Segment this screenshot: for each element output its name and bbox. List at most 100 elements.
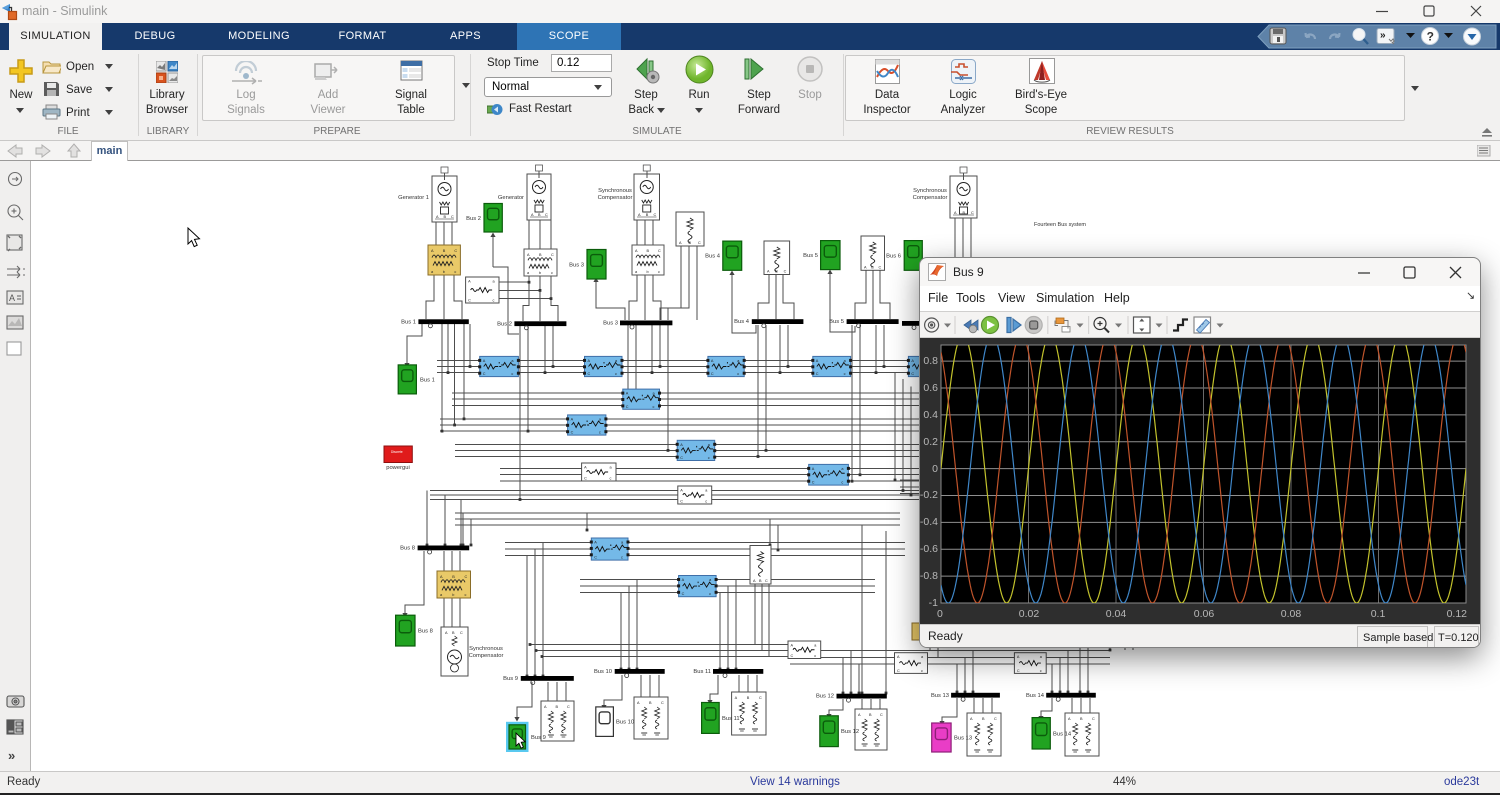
svg-text:C: C — [682, 592, 685, 596]
svg-text:0.06: 0.06 — [1194, 608, 1215, 620]
svg-text:Generator: Generator — [498, 195, 524, 201]
svg-text:C: C — [468, 299, 471, 303]
svg-text:c: c — [841, 481, 843, 485]
svg-text:Bus 13: Bus 13 — [931, 693, 949, 699]
svg-text:Synchronous: Synchronous — [913, 188, 947, 194]
svg-text:c: c — [551, 271, 553, 275]
svg-text:0.8: 0.8 — [923, 355, 938, 367]
svg-text:Bus 11: Bus 11 — [693, 669, 711, 675]
svg-text:A: A — [816, 359, 819, 363]
svg-text:Bus 13: Bus 13 — [954, 736, 972, 742]
svg-text:A: A — [711, 359, 714, 363]
svg-text:C: C — [765, 579, 768, 583]
svg-text:c: c — [493, 299, 495, 303]
svg-text:C: C — [911, 372, 914, 376]
svg-text:C: C — [816, 372, 819, 376]
svg-text:-0.4: -0.4 — [920, 516, 938, 528]
svg-text:Bus 4: Bus 4 — [705, 254, 721, 260]
svg-text:C: C — [994, 717, 997, 721]
svg-text:A: A — [468, 280, 471, 284]
svg-text:Bus 1: Bus 1 — [401, 319, 416, 325]
svg-text:0.08: 0.08 — [1281, 608, 1302, 620]
svg-text:c: c — [1040, 669, 1042, 673]
svg-text:B: B — [775, 270, 778, 274]
svg-text:Bus 10: Bus 10 — [616, 720, 634, 726]
svg-text:»: » — [1380, 30, 1386, 41]
svg-text:Bus 4: Bus 4 — [734, 319, 750, 325]
svg-text:powergui: powergui — [386, 465, 410, 471]
svg-text:Bus 1: Bus 1 — [420, 377, 435, 383]
svg-text:Generator 1: Generator 1 — [398, 195, 429, 201]
svg-text:C: C — [680, 456, 683, 460]
svg-text:c: c — [621, 556, 623, 560]
svg-text:Synchronous: Synchronous — [469, 646, 503, 652]
svg-text:C: C — [483, 372, 486, 376]
svg-text:C: C — [680, 500, 683, 504]
svg-text:?: ? — [1427, 30, 1434, 44]
svg-text:b: b — [443, 270, 445, 274]
svg-text:0.4: 0.4 — [923, 409, 938, 421]
svg-text:b: b — [452, 593, 454, 597]
svg-text:c: c — [599, 431, 601, 435]
svg-text:C: C — [1017, 669, 1020, 673]
svg-text:Bus 3: Bus 3 — [603, 321, 618, 327]
svg-text:Bus 14: Bus 14 — [1026, 693, 1045, 699]
svg-text:Bus 5: Bus 5 — [829, 319, 844, 325]
svg-text:Compensator: Compensator — [598, 195, 633, 201]
svg-text:-0.6: -0.6 — [920, 543, 938, 555]
svg-text:c: c — [921, 669, 923, 673]
svg-text:c: c — [610, 477, 612, 481]
svg-text:A: A — [735, 696, 738, 700]
svg-text:C: C — [897, 669, 900, 673]
svg-text:C: C — [654, 213, 657, 217]
svg-text:Bus 9: Bus 9 — [503, 676, 518, 682]
svg-text:c: c — [615, 372, 617, 376]
svg-text:A: A — [682, 578, 685, 582]
svg-text:C: C — [661, 701, 664, 705]
svg-text:b: b — [539, 271, 541, 275]
svg-text:C: C — [465, 575, 468, 579]
svg-text:Bus 12: Bus 12 — [816, 694, 834, 700]
svg-text:-0.2: -0.2 — [920, 489, 938, 501]
svg-text:Bus 3: Bus 3 — [569, 262, 584, 268]
svg-text:Bus 2: Bus 2 — [497, 321, 512, 327]
svg-text:C: C — [698, 241, 701, 245]
svg-text:Bus 12: Bus 12 — [841, 729, 859, 735]
svg-text:Bus 6: Bus 6 — [886, 253, 901, 259]
svg-text:Compensator: Compensator — [913, 195, 948, 201]
svg-text:C: C — [451, 215, 454, 219]
svg-text:Bus 5: Bus 5 — [803, 253, 818, 259]
svg-text:C: C — [460, 631, 463, 635]
svg-text:c: c — [454, 270, 456, 274]
svg-text:A: A — [626, 392, 629, 396]
svg-text:0.6: 0.6 — [923, 382, 938, 394]
svg-text:Bus 8: Bus 8 — [400, 546, 415, 552]
svg-text:C: C — [626, 405, 629, 409]
svg-text:Bus 11: Bus 11 — [722, 716, 740, 722]
svg-text:C: C — [880, 713, 883, 717]
svg-text:0.02: 0.02 — [1019, 608, 1040, 620]
svg-text:C: C — [1092, 717, 1095, 721]
svg-text:0: 0 — [937, 608, 943, 620]
svg-text:B: B — [747, 696, 750, 700]
svg-text:C: C — [588, 372, 591, 376]
svg-text:c: c — [658, 270, 660, 274]
svg-text:c: c — [844, 372, 846, 376]
svg-text:C: C — [759, 696, 762, 700]
svg-text:A: A — [594, 541, 597, 545]
svg-text:0.2: 0.2 — [923, 436, 938, 448]
svg-text:Fourteen Bus system: Fourteen Bus system — [1034, 222, 1086, 228]
svg-text:C: C — [711, 372, 714, 376]
svg-text:C: C — [971, 211, 974, 215]
svg-text:C: C — [567, 705, 570, 709]
svg-text:C: C — [545, 213, 548, 217]
svg-text:0.04: 0.04 — [1106, 608, 1127, 620]
svg-text:Bus 9: Bus 9 — [531, 735, 546, 741]
svg-text:C: C — [658, 249, 661, 253]
svg-text:c: c — [653, 405, 655, 409]
svg-text:-0.8: -0.8 — [920, 570, 938, 582]
svg-text:Bus 2: Bus 2 — [466, 216, 481, 222]
svg-text:0.1: 0.1 — [1371, 608, 1386, 620]
svg-text:A: A — [911, 359, 914, 363]
svg-text:C: C — [879, 265, 882, 269]
